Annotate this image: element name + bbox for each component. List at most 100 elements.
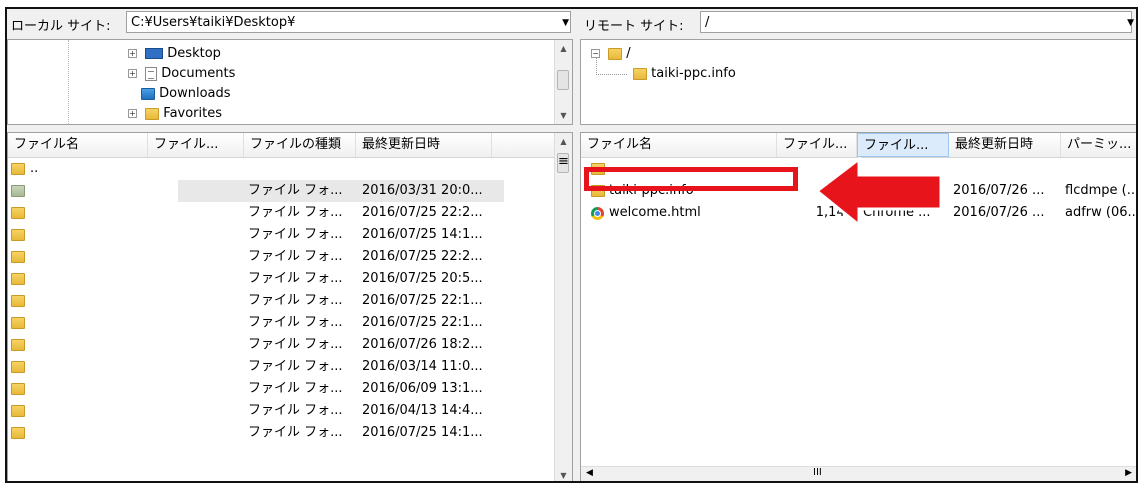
file-type: ファイル フォ... [248,205,343,220]
scroll-right-icon[interactable]: ▶ [1125,468,1132,478]
folder-icon [11,383,25,395]
tree-item-documents[interactable]: + Documents [128,64,235,84]
col-filetype[interactable]: ファイルの種類 [244,133,356,157]
col-modified[interactable]: 最終更新日時 [949,133,1061,157]
tree-item-favorites[interactable]: + Favorites [128,104,222,124]
table-row[interactable]: ファイル フォ... 2016/07/25 22:1... [8,312,554,334]
table-row[interactable]: ファイル フォ... 2016/03/14 11:0... [8,356,554,378]
documents-icon [145,66,158,81]
remote-hscrollbar[interactable]: ◀ III ▶ [581,466,1136,481]
expand-icon[interactable]: + [128,109,137,118]
tree-item-label: Documents [161,66,236,81]
col-permissions[interactable]: パーミッ... [1061,133,1136,157]
expand-icon[interactable]: + [128,49,137,58]
file-name [30,356,150,378]
remote-directory-tree: − / taiki-ppc.info [580,39,1136,125]
remote-list-header: ファイル名 ファイル... ファイル... 最終更新日時 パーミッ... [581,133,1136,158]
scroll-thumb[interactable] [557,70,569,90]
local-directory-tree: + Desktop + Documents Downloads + Favori… [7,39,573,125]
folder-icon [11,295,25,307]
expand-icon[interactable]: + [128,69,137,78]
remote-path-dropdown-icon[interactable]: ▼ [1127,18,1134,28]
folder-icon [11,405,25,417]
folder-icon [11,273,25,285]
table-row[interactable]: ファイル フォ... 2016/07/26 18:2... [8,334,554,356]
file-modified: 2016/07/26 ... [953,183,1045,198]
folder-icon [11,251,25,263]
file-modified: 2016/03/14 11:0... [362,359,483,374]
col-filename[interactable]: ファイル名 [581,133,777,157]
file-modified: 2016/03/31 20:0... [362,183,483,198]
file-name [30,312,150,334]
folder-icon [11,361,25,373]
tree-item-downloads[interactable]: Downloads [141,84,231,104]
table-row[interactable]: .. [8,158,554,180]
file-name: .. [30,161,39,176]
col-modified[interactable]: 最終更新日時 [356,133,492,157]
file-type: ファイル フォ... [248,425,343,440]
local-path-input[interactable]: C:¥Users¥taiki¥Desktop¥ [126,11,571,33]
local-tree-scrollbar[interactable]: ▲ ▼ [554,40,572,124]
file-type: ファイル フォ... [248,249,343,264]
file-name: welcome.html [609,205,701,220]
folder-icon [11,229,25,241]
local-path-dropdown-icon[interactable]: ▼ [562,18,569,28]
col-filesize[interactable]: ファイル... [148,133,244,157]
table-row[interactable]: ファイル フォ... 2016/03/31 20:0... [8,180,554,202]
tree-item-desktop[interactable]: + Desktop [128,44,221,64]
file-type: ファイル フォ... [248,403,343,418]
file-type: ファイル フォ... [248,271,343,286]
file-permissions [1065,158,1136,180]
remote-path-input[interactable]: / [700,11,1132,33]
folder-icon [11,185,25,197]
local-path-text: C:¥Users¥taiki¥Desktop¥ [131,15,296,30]
highlight-box [584,167,798,191]
table-row[interactable]: ファイル フォ... 2016/07/25 22:1... [8,290,554,312]
remote-site-bar: リモート サイト: / ▼ [580,9,1136,37]
collapse-icon[interactable]: − [591,49,600,58]
file-modified [362,158,502,180]
col-filename[interactable]: ファイル名 [8,133,148,157]
tree-item-label: Favorites [163,106,223,121]
folder-icon [11,427,25,439]
scroll-thumb[interactable]: ≡ [557,153,569,173]
filezilla-window: ローカル サイト: C:¥Users¥taiki¥Desktop¥ ▼ リモート… [5,7,1138,483]
col-filetype[interactable]: ファイル... [857,133,949,157]
table-row[interactable]: ファイル フォ... 2016/07/25 22:2... [8,202,554,224]
col-filesize[interactable]: ファイル... [777,133,857,157]
file-type: ファイル フォ... [248,381,343,396]
remote-site-label: リモート サイト: [584,19,684,34]
file-name [30,180,150,202]
file-type: ファイル フォ... [248,227,343,242]
file-name [30,290,150,312]
file-modified: 2016/07/25 22:2... [362,249,483,264]
local-site-bar: ローカル サイト: C:¥Users¥taiki¥Desktop¥ ▼ [7,9,573,37]
tree-item-taiki-ppc[interactable]: taiki-ppc.info [633,64,736,84]
folder-icon [11,339,25,351]
scroll-left-icon[interactable]: ◀ [586,468,593,478]
table-row[interactable]: ファイル フォ... 2016/06/09 13:1... [8,378,554,400]
folder-icon [11,163,25,175]
scroll-up-icon[interactable]: ▲ [555,133,572,150]
file-modified: 2016/06/09 13:1... [362,381,483,396]
file-modified: 2016/07/25 14:1... [362,425,483,440]
scroll-up-icon[interactable]: ▲ [555,40,572,57]
file-modified: 2016/07/25 20:5... [362,271,483,286]
local-list-scrollbar[interactable]: ▲ ≡ ▼ [554,133,572,481]
file-name [30,378,150,400]
local-site-label: ローカル サイト: [11,19,111,34]
file-type: ファイル フォ... [248,359,343,374]
scroll-down-icon[interactable]: ▼ [555,467,572,481]
scroll-thumb-grip[interactable]: III [813,467,822,478]
table-row[interactable]: ファイル フォ... 2016/07/25 14:1... [8,422,554,444]
file-modified: 2016/07/25 22:1... [362,293,483,308]
file-type [248,158,356,180]
table-row[interactable]: ファイル フォ... 2016/07/25 20:5... [8,268,554,290]
table-row[interactable]: ファイル フォ... 2016/07/25 22:2... [8,246,554,268]
file-name [30,422,150,444]
scroll-down-icon[interactable]: ▼ [555,107,572,124]
file-name [30,334,150,356]
table-row[interactable]: ファイル フォ... 2016/07/25 14:1... [8,224,554,246]
table-row[interactable]: ファイル フォ... 2016/04/13 14:4... [8,400,554,422]
file-name [30,400,150,422]
